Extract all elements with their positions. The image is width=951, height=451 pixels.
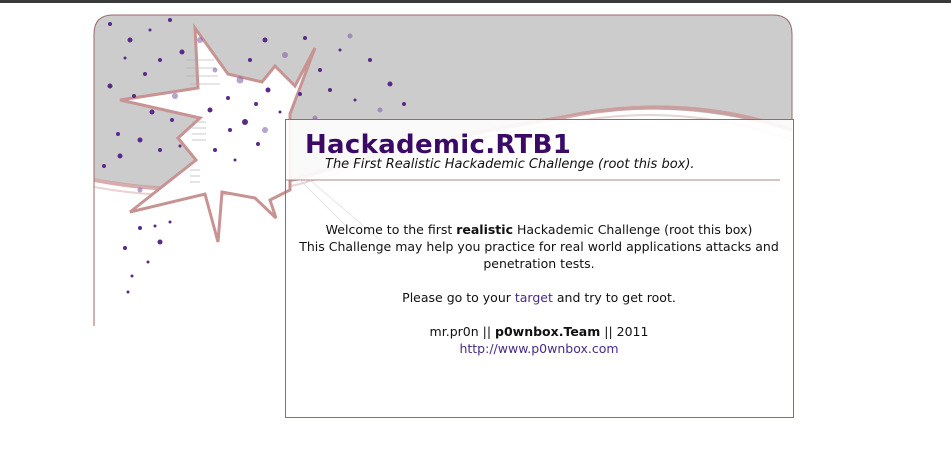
goto-post: and try to get root. [552, 290, 676, 305]
welcome-bold: realistic [456, 222, 513, 237]
credit-author: mr.pr0n || [429, 324, 496, 339]
target-link[interactable]: target [515, 290, 553, 305]
credit-year: || 2011 [600, 324, 649, 339]
goto-pre: Please go to your [402, 290, 515, 305]
credits: mr.pr0n || p0wnbox.Team || 2011 http://w… [287, 323, 791, 357]
intro-line-3: penetration tests. [483, 256, 595, 271]
welcome-pre: Welcome to the first [325, 222, 457, 237]
credit-team: p0wnbox.Team [495, 324, 601, 339]
intro-line-2: This Challenge may help you practice for… [299, 239, 779, 254]
welcome-text: Welcome to the first realistic Hackademi… [287, 221, 791, 272]
welcome-post: Hackademic Challenge (root this box) [512, 222, 753, 237]
page-title: Hackademic.RTB1 [305, 130, 572, 160]
website-link[interactable]: http://www.p0wnbox.com [459, 341, 618, 356]
page-subtitle: The First Realistic Hackademic Challenge… [325, 157, 695, 172]
goto-text: Please go to your target and try to get … [287, 289, 791, 306]
